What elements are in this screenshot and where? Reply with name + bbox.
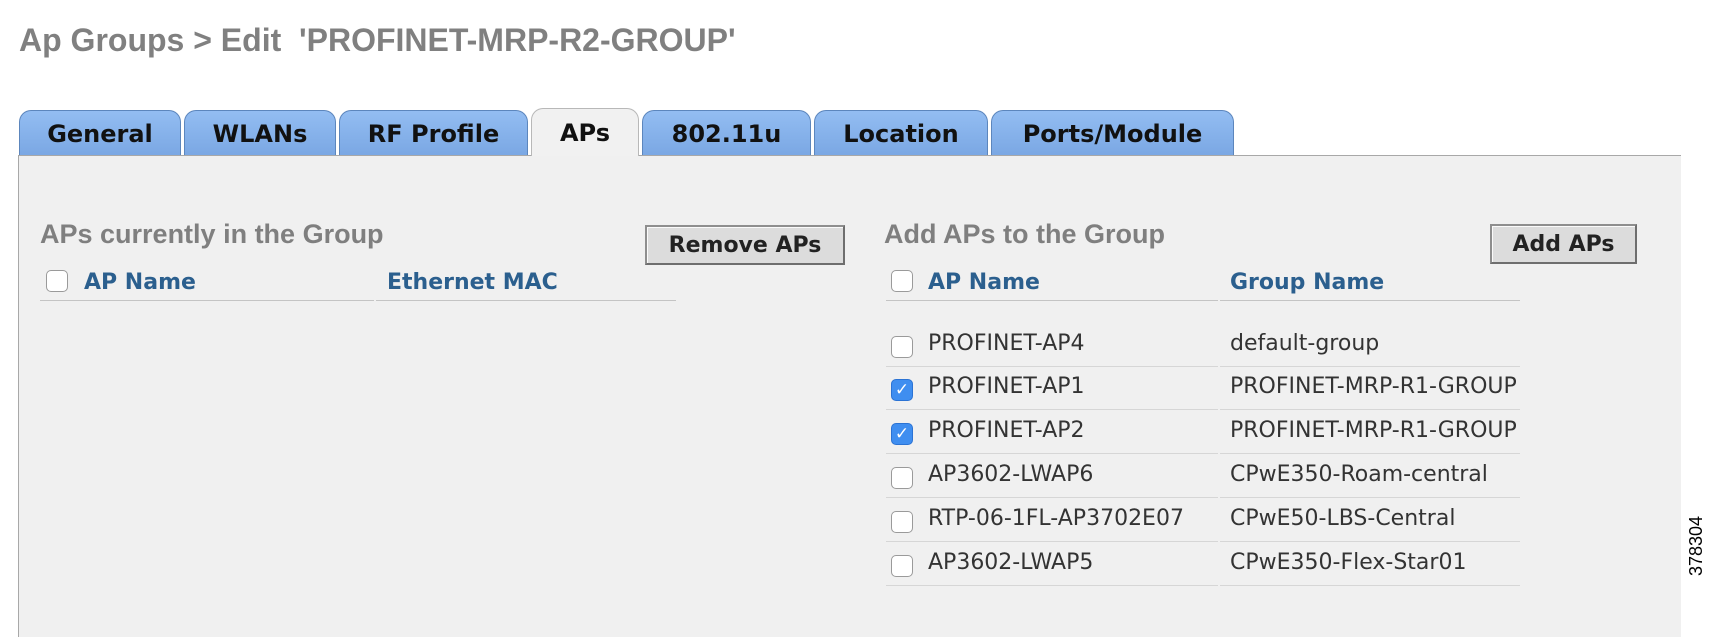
tab-wlans[interactable]: WLANs [184,110,336,156]
row-ap-name: PROFINET-AP4 [886,331,1218,367]
tab-ports-module[interactable]: Ports/Module [991,110,1234,156]
add-aps-title: Add APs to the Group [884,219,1165,249]
row-group-name: CPwE50-LBS-Central [1220,506,1520,542]
row-ap-name: PROFINET-AP1 [886,374,1218,410]
remove-aps-button[interactable]: Remove APs [645,225,845,265]
row-group-name: CPwE350-Flex-Star01 [1220,550,1520,586]
tab-bar: General WLANs RF Profile APs 802.11u Loc… [19,108,1237,156]
row-group-name: CPwE350-Roam-central [1220,462,1520,498]
figure-id: 378304 [1686,515,1706,576]
add-col-group-name[interactable]: Group Name [1220,270,1520,301]
row-group-name: PROFINET-MRP-R1-GROUP [1220,418,1520,454]
tab-location[interactable]: Location [814,110,988,156]
tab-general[interactable]: General [19,110,181,156]
row-group-name: default-group [1220,331,1520,367]
page-title: Ap Groups > Edit 'PROFINET-MRP-R2-GROUP' [19,22,736,58]
add-aps-button[interactable]: Add APs [1490,224,1637,264]
row-group-name: PROFINET-MRP-R1-GROUP [1220,374,1520,410]
tab-802-11u[interactable]: 802.11u [642,110,811,156]
row-ap-name: RTP-06-1FL-AP3702E07 [886,506,1218,542]
row-ap-name: AP3602-LWAP6 [886,462,1218,498]
tab-aps[interactable]: APs [531,108,639,156]
tab-rf-profile[interactable]: RF Profile [339,110,528,156]
current-col-ap-name[interactable]: AP Name [40,270,374,301]
current-col-ethernet-mac[interactable]: Ethernet MAC [376,270,676,301]
add-col-ap-name[interactable]: AP Name [886,270,1218,301]
current-aps-title: APs currently in the Group [40,219,384,249]
row-ap-name: PROFINET-AP2 [886,418,1218,454]
row-ap-name: AP3602-LWAP5 [886,550,1218,586]
